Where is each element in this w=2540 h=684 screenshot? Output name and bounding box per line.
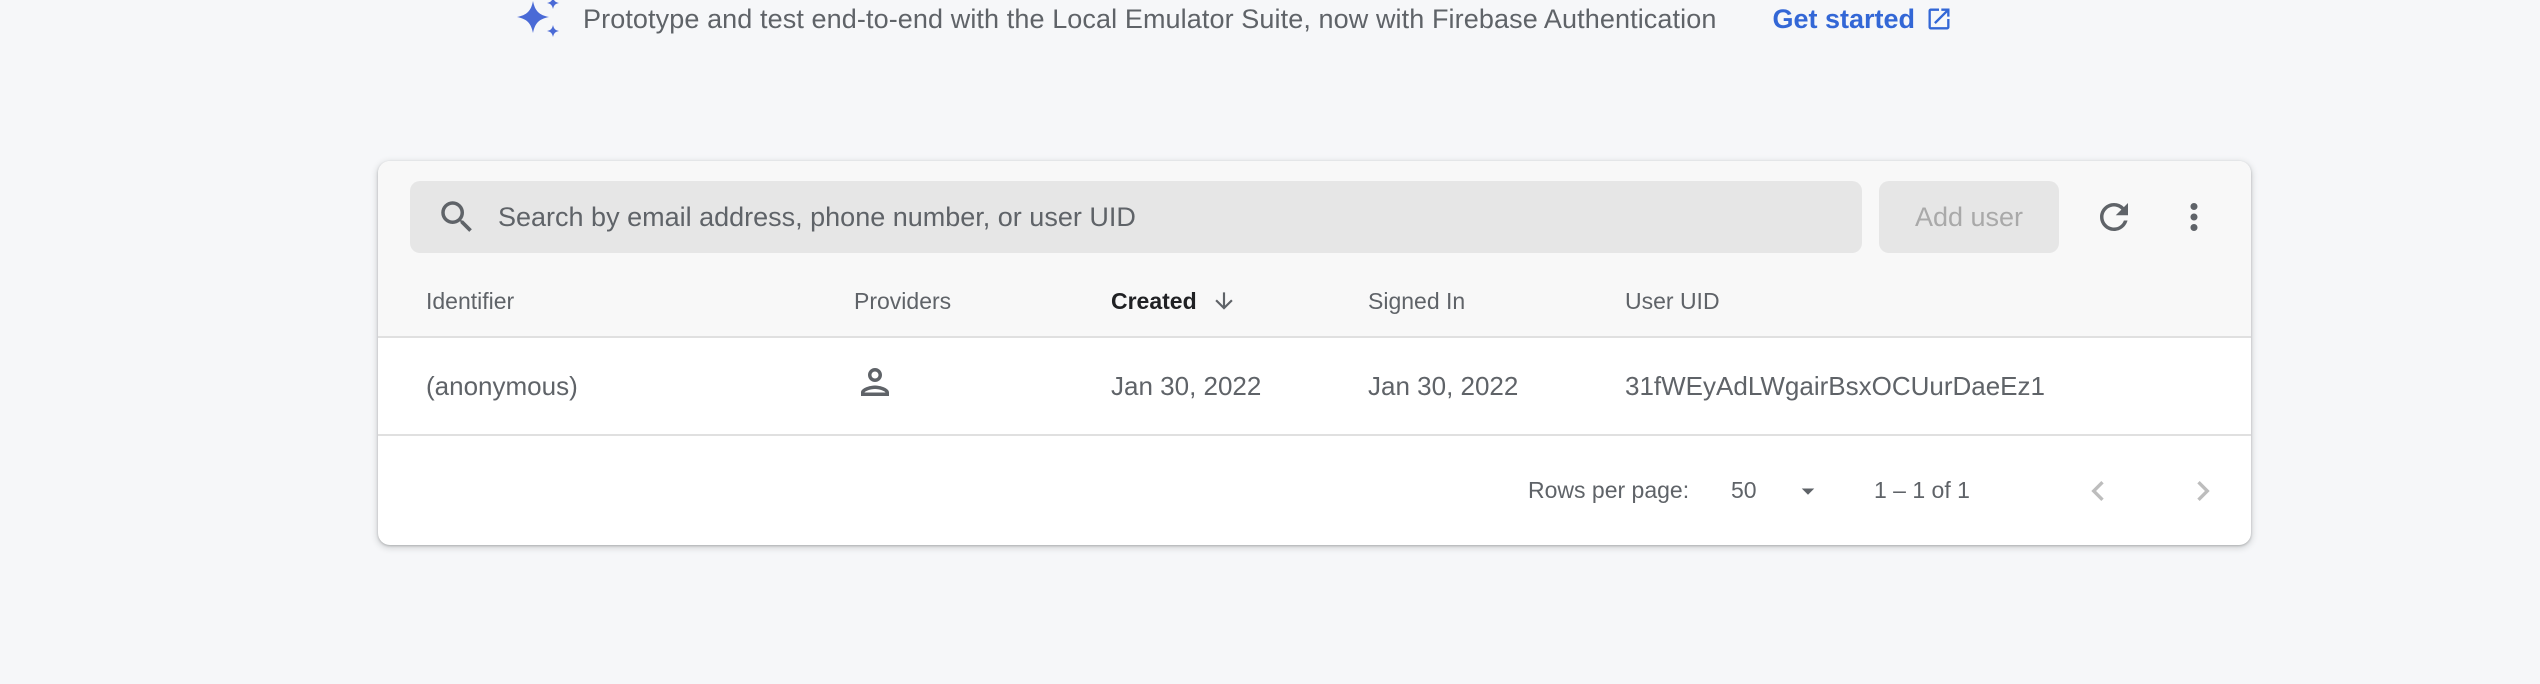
- table-header-row: Identifier Providers Created Signed In U…: [378, 266, 2251, 338]
- identifier-cell: (anonymous): [426, 370, 578, 401]
- dropdown-arrow-icon: [1801, 488, 1815, 495]
- column-header-providers[interactable]: Providers: [854, 266, 951, 336]
- rows-per-page-label: Rows per page:: [1528, 477, 1690, 503]
- pagination-range: 1 – 1 of 1: [1874, 477, 1970, 503]
- refresh-icon: [2100, 203, 2128, 231]
- column-header-user-uid[interactable]: User UID: [1625, 266, 1720, 336]
- person-outline-icon: [861, 368, 889, 396]
- column-header-signed-in[interactable]: Signed In: [1368, 266, 1465, 336]
- signed-in-cell: Jan 30, 2022: [1368, 370, 1519, 401]
- column-header-created-label: Created: [1111, 287, 1197, 314]
- rows-per-page-value: 50: [1731, 477, 1757, 503]
- refresh-button[interactable]: [2086, 189, 2142, 245]
- next-page-button[interactable]: [2183, 436, 2223, 545]
- chevron-left-icon: [2091, 480, 2104, 501]
- users-table-card: Add user Identifier Providers Created Si…: [378, 161, 2251, 545]
- user-uid-cell: 31fWEyAdLWgairBsxOCUurDaeEz1: [1625, 370, 2045, 401]
- column-header-created[interactable]: Created: [1111, 266, 1237, 336]
- created-cell: Jan 30, 2022: [1111, 370, 1262, 401]
- chevron-right-icon: [2197, 480, 2210, 501]
- get-started-link[interactable]: Get started: [1772, 4, 1953, 35]
- sparkle-icon: [517, 0, 559, 37]
- open-in-new-icon: [1928, 8, 1950, 30]
- add-user-button[interactable]: Add user: [1879, 181, 2059, 253]
- previous-page-button[interactable]: [2078, 436, 2118, 545]
- search-input[interactable]: [496, 200, 1800, 234]
- more-vert-icon: [2190, 203, 2198, 231]
- arrow-down-icon: [1214, 292, 1233, 310]
- column-header-identifier[interactable]: Identifier: [426, 266, 514, 336]
- rows-per-page-select[interactable]: 50: [1731, 436, 1823, 545]
- table-toolbar: Add user Identifier Providers Created Si…: [378, 161, 2251, 338]
- promo-text: Prototype and test end-to-end with the L…: [583, 3, 1717, 34]
- provider-cell: [854, 338, 896, 434]
- search-box[interactable]: [410, 181, 1862, 253]
- search-icon: [441, 201, 472, 232]
- get-started-label: Get started: [1772, 3, 1915, 34]
- more-options-button[interactable]: [2166, 189, 2222, 245]
- pagination-bar: Rows per page: 50 1 – 1 of 1: [378, 436, 2251, 545]
- table-row[interactable]: (anonymous) Jan 30, 2022 Jan 30, 2022 31…: [378, 338, 2251, 436]
- promo-banner: Prototype and test end-to-end with the L…: [515, 0, 1953, 38]
